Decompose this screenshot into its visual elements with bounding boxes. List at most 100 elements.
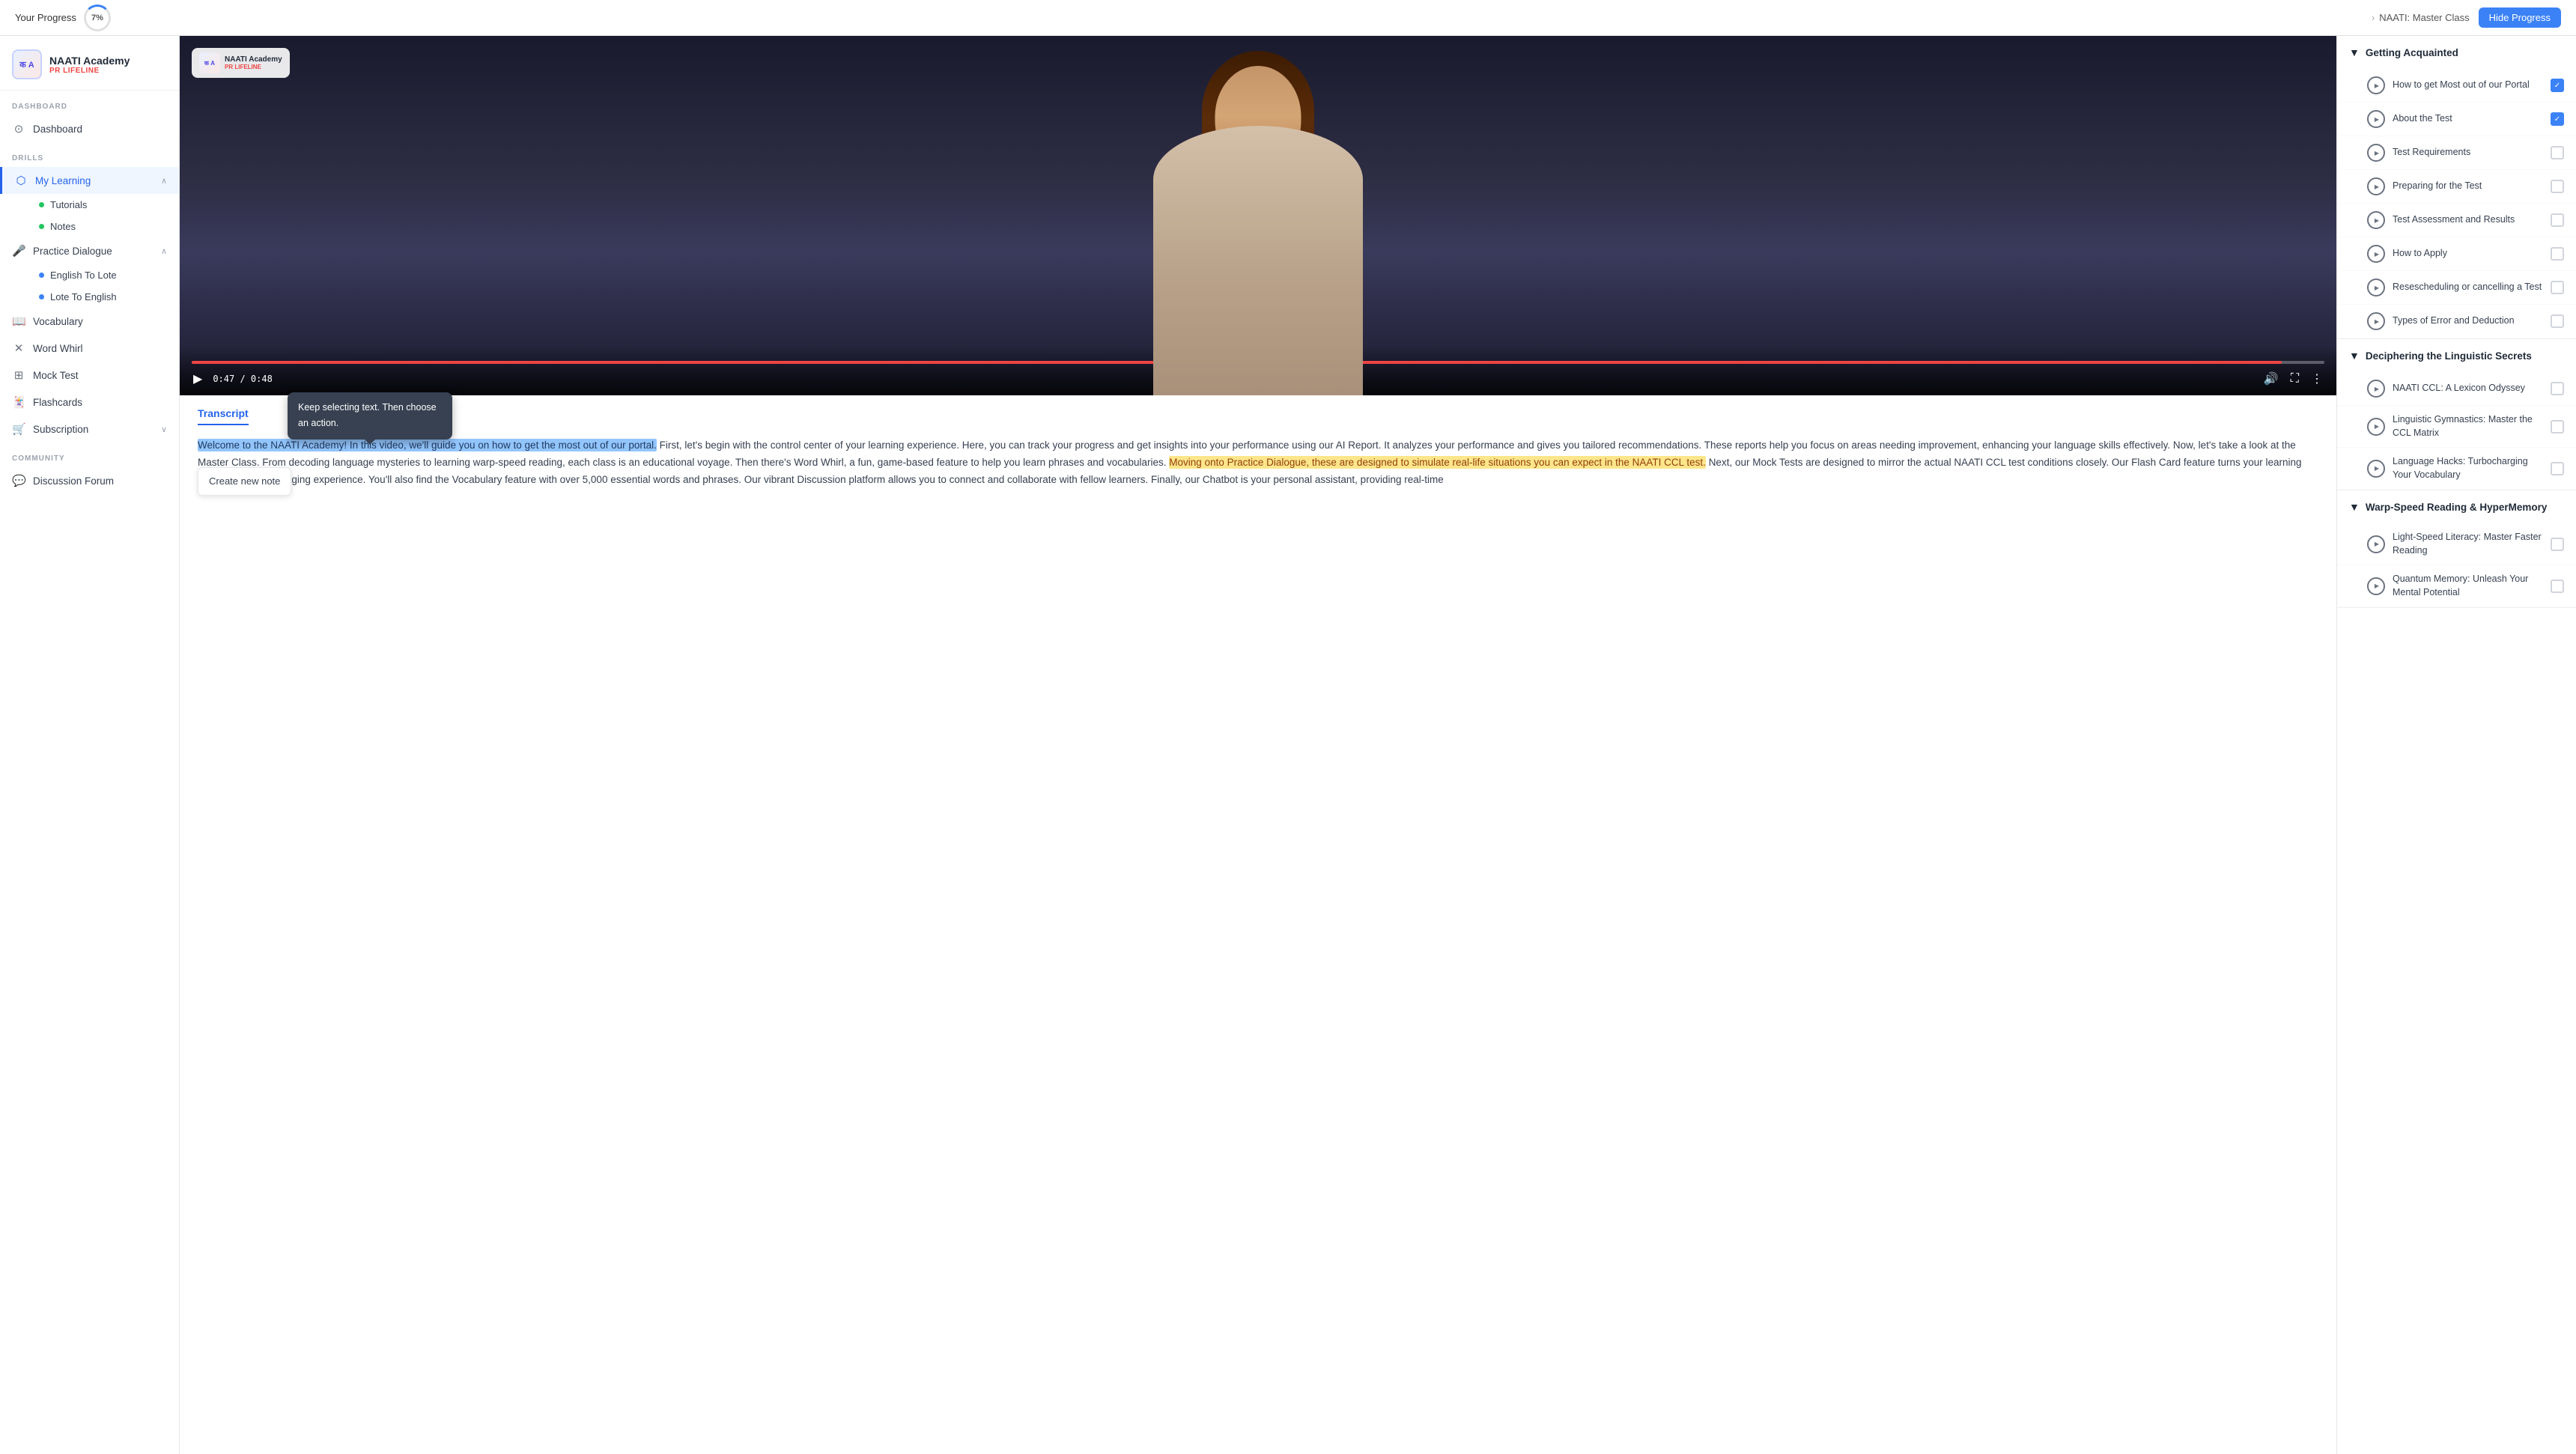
presenter-body [1153, 126, 1363, 395]
sidebar-label-dashboard: Dashboard [33, 124, 82, 135]
lote-english-dot [39, 294, 44, 299]
deciphering-chevron: ▼ [2349, 350, 2360, 362]
lesson-label-preparing-for-test: Preparing for the Test [2393, 180, 2543, 193]
sidebar-item-english-to-lote[interactable]: English To Lote [27, 264, 179, 286]
logo-icon: क A [12, 49, 42, 79]
more-options-button[interactable]: ⋮ [2309, 370, 2324, 388]
getting-acquainted-chevron: ▼ [2349, 46, 2360, 58]
lesson-how-to-get-most[interactable]: ▶ How to get Most out of our Portal ✓ [2337, 69, 2576, 103]
sidebar-item-notes[interactable]: Notes [27, 216, 179, 237]
checkbox-preparing-for-test[interactable] [2551, 180, 2564, 193]
time-display: 0:47 / 0:48 [213, 374, 273, 384]
sidebar-label-word-whirl: Word Whirl [33, 343, 83, 354]
practice-dialogue-icon: 🎤 [12, 244, 25, 258]
word-whirl-icon: ✕ [12, 341, 25, 355]
play-icon-test-assessment: ▶ [2367, 211, 2385, 229]
lesson-label-language-hacks: Language Hacks: Turbocharging Your Vocab… [2393, 455, 2543, 481]
lesson-language-hacks[interactable]: ▶ Language Hacks: Turbocharging Your Voc… [2337, 448, 2576, 490]
progress-circle: 7% [84, 4, 111, 31]
play-icon-language-hacks: ▶ [2367, 460, 2385, 478]
warp-speed-chevron: ▼ [2349, 501, 2360, 513]
checkbox-how-to-apply[interactable] [2551, 247, 2564, 261]
checkbox-linguistic-gymnastics[interactable] [2551, 420, 2564, 434]
lesson-test-requirements[interactable]: ▶ Test Requirements [2337, 136, 2576, 170]
discussion-forum-icon: 💬 [12, 474, 25, 487]
watermark-text-group: NAATI Academy PR LIFELINE [225, 55, 282, 70]
checkbox-naati-ccl[interactable] [2551, 382, 2564, 395]
my-learning-icon: ⬡ [14, 174, 28, 187]
lesson-label-about-the-test: About the Test [2393, 112, 2543, 126]
mock-test-icon: ⊞ [12, 368, 25, 382]
section-label-community: COMMUNITY [0, 442, 179, 467]
sidebar-item-discussion-forum[interactable]: 💬 Discussion Forum [0, 467, 179, 494]
create-note-menu-item[interactable]: Create new note [198, 467, 291, 496]
checkbox-types-of-error[interactable] [2551, 314, 2564, 328]
lesson-light-speed[interactable]: ▶ Light-Speed Literacy: Master Faster Re… [2337, 523, 2576, 565]
sidebar: क A NAATI Academy PR LIFELINE DASHBOARD … [0, 36, 180, 1454]
checkbox-language-hacks[interactable] [2551, 462, 2564, 475]
lesson-label-light-speed: Light-Speed Literacy: Master Faster Read… [2393, 531, 2543, 557]
checkbox-about-the-test[interactable]: ✓ [2551, 112, 2564, 126]
transcript-tab[interactable]: Transcript [198, 407, 249, 425]
sidebar-item-flashcards[interactable]: 🃏 Flashcards [0, 389, 179, 416]
transcript-highlighted-yellow: Moving onto Practice Dialogue, these are… [1169, 456, 1706, 469]
lesson-label-linguistic-gymnastics: Linguistic Gymnastics: Master the CCL Ma… [2393, 413, 2543, 439]
top-bar: Your Progress 7% › NAATI: Master Class H… [0, 0, 2576, 36]
checkbox-test-requirements[interactable] [2551, 146, 2564, 159]
video-background: क A NAATI Academy PR LIFELINE [180, 36, 2336, 395]
main-layout: क A NAATI Academy PR LIFELINE DASHBOARD … [0, 36, 2576, 1454]
fullscreen-button[interactable]: ⛶ [2289, 371, 2300, 387]
sidebar-item-my-learning[interactable]: ⬡ My Learning ∧ [0, 167, 179, 194]
watermark-logo: क A [199, 52, 220, 73]
sidebar-item-subscription[interactable]: 🛒 Subscription ∨ [0, 416, 179, 442]
lesson-preparing-for-test[interactable]: ▶ Preparing for the Test [2337, 170, 2576, 204]
my-learning-subnav: Tutorials Notes [0, 194, 179, 237]
panel-section-warp-speed: ▼ Warp-Speed Reading & HyperMemory ▶ Lig… [2337, 490, 2576, 608]
lesson-about-the-test[interactable]: ▶ About the Test ✓ [2337, 103, 2576, 136]
sidebar-item-word-whirl[interactable]: ✕ Word Whirl [0, 335, 179, 362]
hide-progress-button[interactable]: Hide Progress [2479, 7, 2561, 28]
watermark-sub: PR LIFELINE [225, 64, 282, 70]
tutorials-dot [39, 202, 44, 207]
checkbox-quantum-memory[interactable] [2551, 580, 2564, 593]
checkbox-rescheduling[interactable] [2551, 281, 2564, 294]
sidebar-item-mock-test[interactable]: ⊞ Mock Test [0, 362, 179, 389]
breadcrumb: › NAATI: Master Class [2372, 12, 2470, 23]
checkbox-light-speed[interactable] [2551, 538, 2564, 551]
section-header-deciphering[interactable]: ▼ Deciphering the Linguistic Secrets [2337, 339, 2576, 372]
sidebar-label-flashcards: Flashcards [33, 397, 82, 408]
transcript-highlighted-blue: Welcome to the NAATI Academy! In this vi… [198, 439, 657, 451]
checkbox-how-to-get-most[interactable]: ✓ [2551, 79, 2564, 92]
play-icon-types-of-error: ▶ [2367, 312, 2385, 330]
sidebar-item-tutorials[interactable]: Tutorials [27, 194, 179, 216]
sidebar-label-tutorials: Tutorials [50, 199, 87, 210]
getting-acquainted-lessons: ▶ How to get Most out of our Portal ✓ ▶ … [2337, 69, 2576, 338]
checkbox-test-assessment[interactable] [2551, 213, 2564, 227]
play-pause-button[interactable]: ▶ [192, 370, 204, 388]
lesson-rescheduling[interactable]: ▶ Resescheduling or cancelling a Test [2337, 271, 2576, 305]
play-icon-quantum-memory: ▶ [2367, 577, 2385, 595]
section-header-getting-acquainted[interactable]: ▼ Getting Acquainted [2337, 36, 2576, 69]
sidebar-item-dashboard[interactable]: ⊙ Dashboard [0, 115, 179, 142]
top-bar-right: › NAATI: Master Class Hide Progress [2372, 7, 2561, 28]
transcript-section: Transcript Keep selecting text. Then cho… [180, 395, 2336, 501]
volume-button[interactable]: 🔊 [2262, 370, 2280, 388]
section-header-warp-speed[interactable]: ▼ Warp-Speed Reading & HyperMemory [2337, 490, 2576, 523]
play-icon-how-to-get-most: ▶ [2367, 76, 2385, 94]
video-player[interactable]: क A NAATI Academy PR LIFELINE ▶ 0:47 / [180, 36, 2336, 395]
sidebar-label-practice-dialogue: Practice Dialogue [33, 246, 112, 257]
sidebar-item-practice-dialogue[interactable]: 🎤 Practice Dialogue ∧ [0, 237, 179, 264]
sidebar-item-lote-to-english[interactable]: Lote To English [27, 286, 179, 308]
lesson-linguistic-gymnastics[interactable]: ▶ Linguistic Gymnastics: Master the CCL … [2337, 406, 2576, 448]
sidebar-label-english-to-lote: English To Lote [50, 270, 117, 281]
lesson-types-of-error[interactable]: ▶ Types of Error and Deduction [2337, 305, 2576, 338]
lesson-test-assessment[interactable]: ▶ Test Assessment and Results [2337, 204, 2576, 237]
breadcrumb-text: NAATI: Master Class [2379, 12, 2469, 23]
sidebar-item-vocabulary[interactable]: 📖 Vocabulary [0, 308, 179, 335]
lesson-quantum-memory[interactable]: ▶ Quantum Memory: Unleash Your Mental Po… [2337, 565, 2576, 607]
lesson-label-rescheduling: Resescheduling or cancelling a Test [2393, 281, 2543, 294]
sidebar-label-mock-test: Mock Test [33, 370, 79, 381]
lesson-how-to-apply[interactable]: ▶ How to Apply [2337, 237, 2576, 271]
lesson-label-test-assessment: Test Assessment and Results [2393, 213, 2543, 227]
lesson-naati-ccl-lexicon[interactable]: ▶ NAATI CCL: A Lexicon Odyssey [2337, 372, 2576, 406]
